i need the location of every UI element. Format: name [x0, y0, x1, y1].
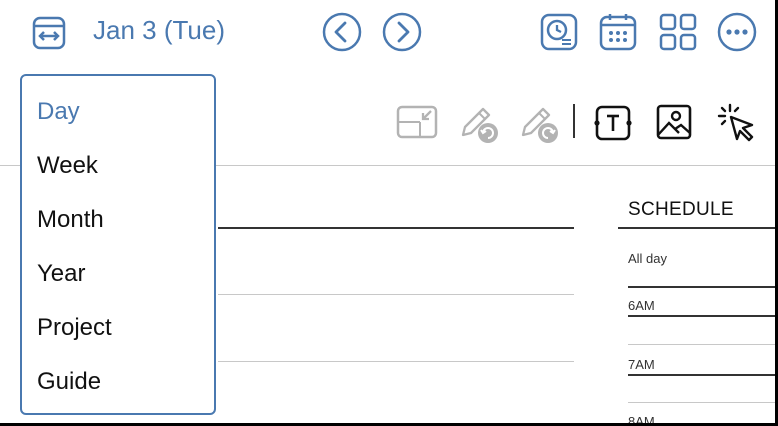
menu-item-project[interactable]: Project [37, 314, 112, 342]
hour-line [628, 315, 775, 317]
text-box-icon[interactable] [593, 103, 633, 143]
select-pointer-icon[interactable] [716, 102, 760, 146]
more-ellipsis-icon[interactable] [717, 12, 757, 52]
schedule-header-line [618, 227, 775, 229]
chevron-left-icon[interactable] [322, 12, 362, 52]
toolbar-separator [573, 104, 575, 138]
app-window: Jan 3 (Tue) SCHEDULE All day 6AM 7AM 8AM… [0, 0, 775, 423]
view-mode-menu: Day Week Month Year Project Guide [20, 74, 216, 415]
pen-undo-icon[interactable] [457, 101, 501, 145]
shrink-window-icon[interactable] [396, 104, 440, 140]
note-line [218, 227, 574, 229]
image-icon[interactable] [655, 103, 693, 141]
clock-list-icon[interactable] [540, 13, 578, 51]
menu-item-guide[interactable]: Guide [37, 368, 101, 396]
hour-line [628, 374, 775, 376]
menu-item-week[interactable]: Week [37, 152, 98, 180]
expand-horizontal-icon[interactable] [31, 15, 67, 51]
chevron-right-icon[interactable] [382, 12, 422, 52]
half-hour-line [628, 344, 775, 345]
menu-item-year[interactable]: Year [37, 260, 86, 288]
menu-item-day[interactable]: Day [37, 98, 80, 126]
menu-item-month[interactable]: Month [37, 206, 104, 234]
all-day-label: All day [628, 251, 668, 266]
calendar-grid-icon[interactable] [599, 13, 637, 51]
note-line [218, 294, 574, 295]
schedule-title: SCHEDULE [628, 199, 734, 220]
note-line [218, 361, 574, 362]
four-squares-icon[interactable] [659, 13, 697, 51]
all-day-line [628, 286, 775, 288]
time-label: 6AM [628, 298, 655, 313]
current-date-label[interactable]: Jan 3 (Tue) [93, 15, 225, 46]
time-label: 8AM [628, 414, 655, 423]
pen-redo-icon[interactable] [517, 101, 561, 145]
half-hour-line [628, 402, 775, 403]
time-label: 7AM [628, 357, 655, 372]
